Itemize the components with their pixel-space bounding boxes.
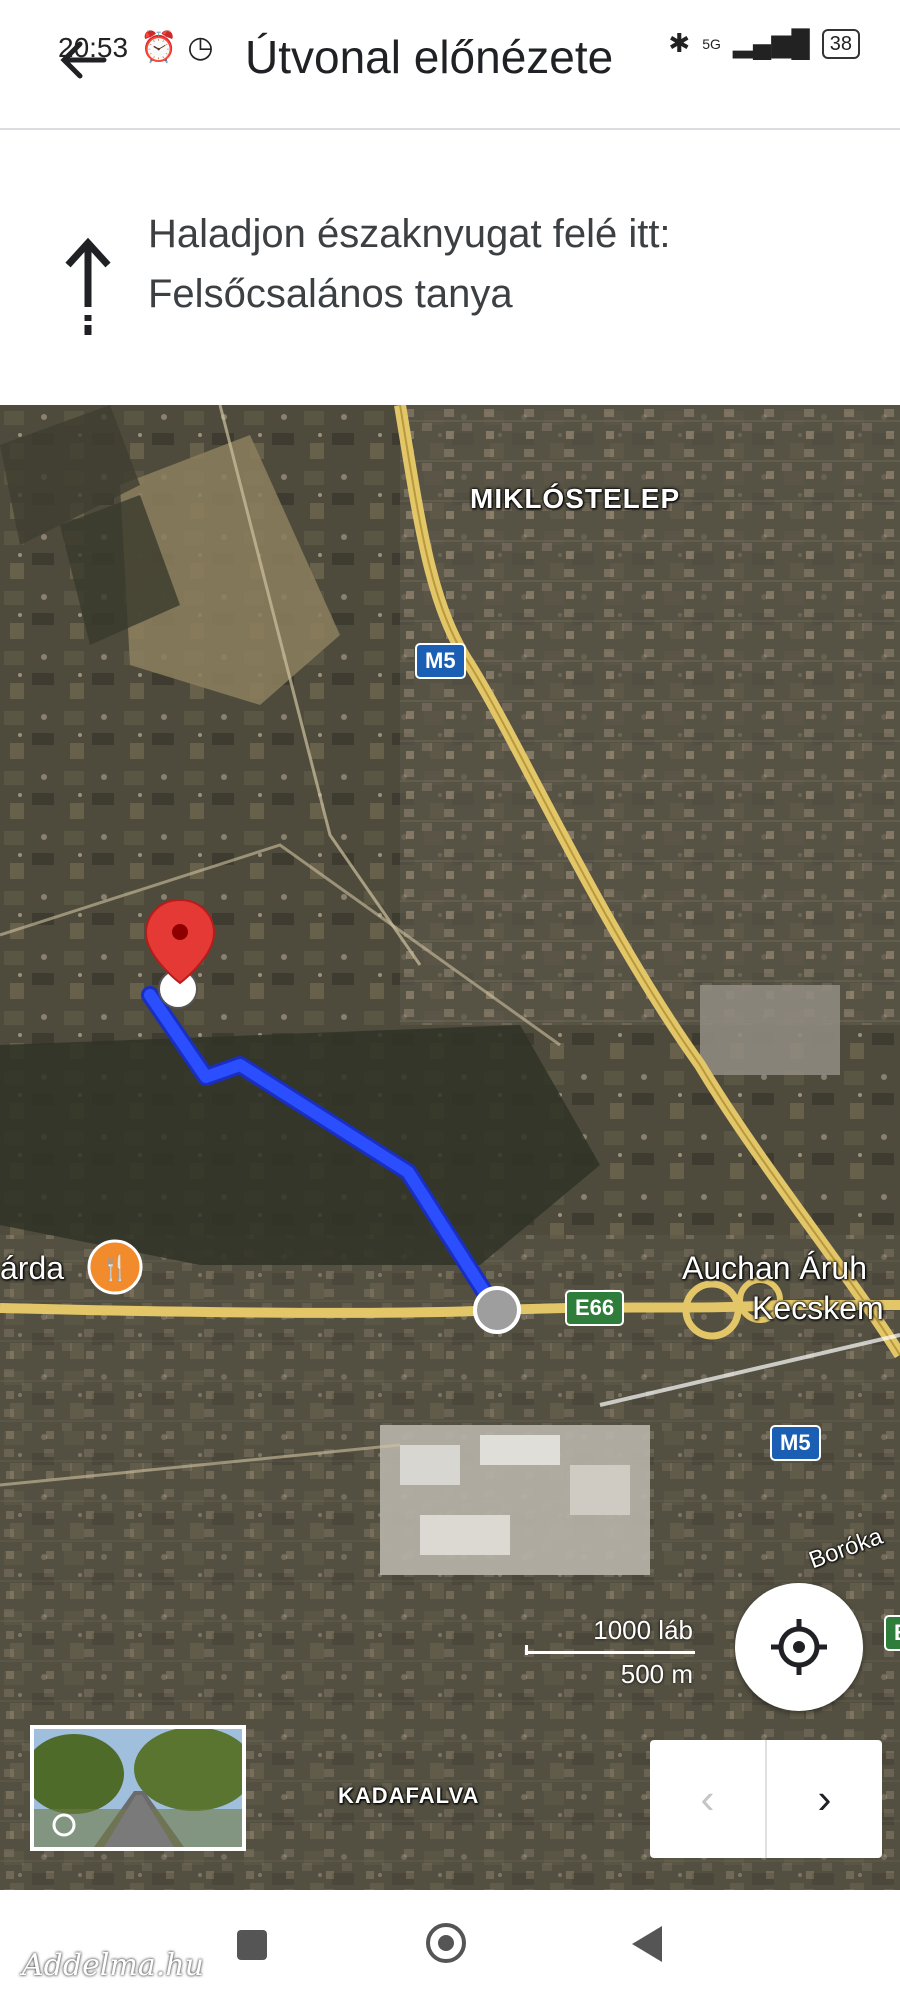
map-view[interactable]: 🍴 MIKLÓSTELEP KADAFALVA árda Auchan Áruh… xyxy=(0,405,900,1890)
system-nav-bar: Addelma.hu xyxy=(0,1890,900,2001)
step-navigation: ‹ › xyxy=(650,1740,882,1858)
poi-shop-label-line1[interactable]: Auchan Áruh xyxy=(682,1250,867,1287)
page-title: Útvonal előnézete xyxy=(245,31,614,83)
road-shield-e66: E66 xyxy=(565,1290,625,1326)
svg-text:🍴: 🍴 xyxy=(100,1254,130,1282)
poi-shop-label-line2[interactable]: Kecskem xyxy=(752,1290,884,1327)
status-alarm-icons: ⏰◷ xyxy=(140,31,224,64)
scale-metric: 500 m xyxy=(620,1659,693,1689)
scale-bar xyxy=(525,1651,695,1654)
map-scale: 1000 láb 500 m xyxy=(525,1615,705,1705)
straight-arrow-icon xyxy=(65,237,111,335)
my-location-button[interactable] xyxy=(735,1583,863,1711)
street-view-image xyxy=(34,1729,242,1847)
street-view-thumbnail[interactable] xyxy=(30,1725,246,1851)
road-shield-m5-north: M5 xyxy=(415,643,466,679)
top-bar: 20:53 ⏰◷ Útvonal előnézete ✱ 5G ▂▄▆█ 38 xyxy=(0,0,900,130)
crosshair-icon xyxy=(771,1619,827,1675)
district-label-kadafalva: KADAFALVA xyxy=(338,1783,480,1808)
scale-imperial: 1000 láb xyxy=(593,1615,693,1645)
road-shield-edge: E xyxy=(884,1615,900,1651)
signal-icon: ▂▄▆█ xyxy=(732,28,810,58)
status-time: 20:53 xyxy=(58,32,129,63)
road-shield-m5-south: M5 xyxy=(770,1425,821,1461)
next-step-button[interactable]: › xyxy=(767,1740,882,1858)
instruction-line1: Haladjon északnyugat felé itt: xyxy=(148,212,671,256)
battery-icon: 38 xyxy=(821,28,860,59)
home-button[interactable] xyxy=(426,1923,466,1963)
back-button[interactable] xyxy=(632,1926,662,1962)
status-right: ✱ 5G ▂▄▆█ 38 xyxy=(668,28,860,59)
previous-step-button[interactable]: ‹ xyxy=(650,1740,767,1858)
direction-instruction: Haladjon északnyugat felé itt: Felsőcsal… xyxy=(0,130,900,405)
network-label: 5G xyxy=(702,35,721,52)
poi-restaurant-label[interactable]: árda xyxy=(0,1250,64,1287)
watermark: Addelma.hu xyxy=(22,1948,204,1983)
instruction-line2: Felsőcsalános tanya xyxy=(148,272,513,316)
bluetooth-icon: ✱ xyxy=(668,28,691,58)
district-label-miklostelep: MIKLÓSTELEP xyxy=(470,483,681,514)
route-start-marker[interactable] xyxy=(473,1286,521,1334)
recent-apps-button[interactable] xyxy=(237,1930,267,1960)
